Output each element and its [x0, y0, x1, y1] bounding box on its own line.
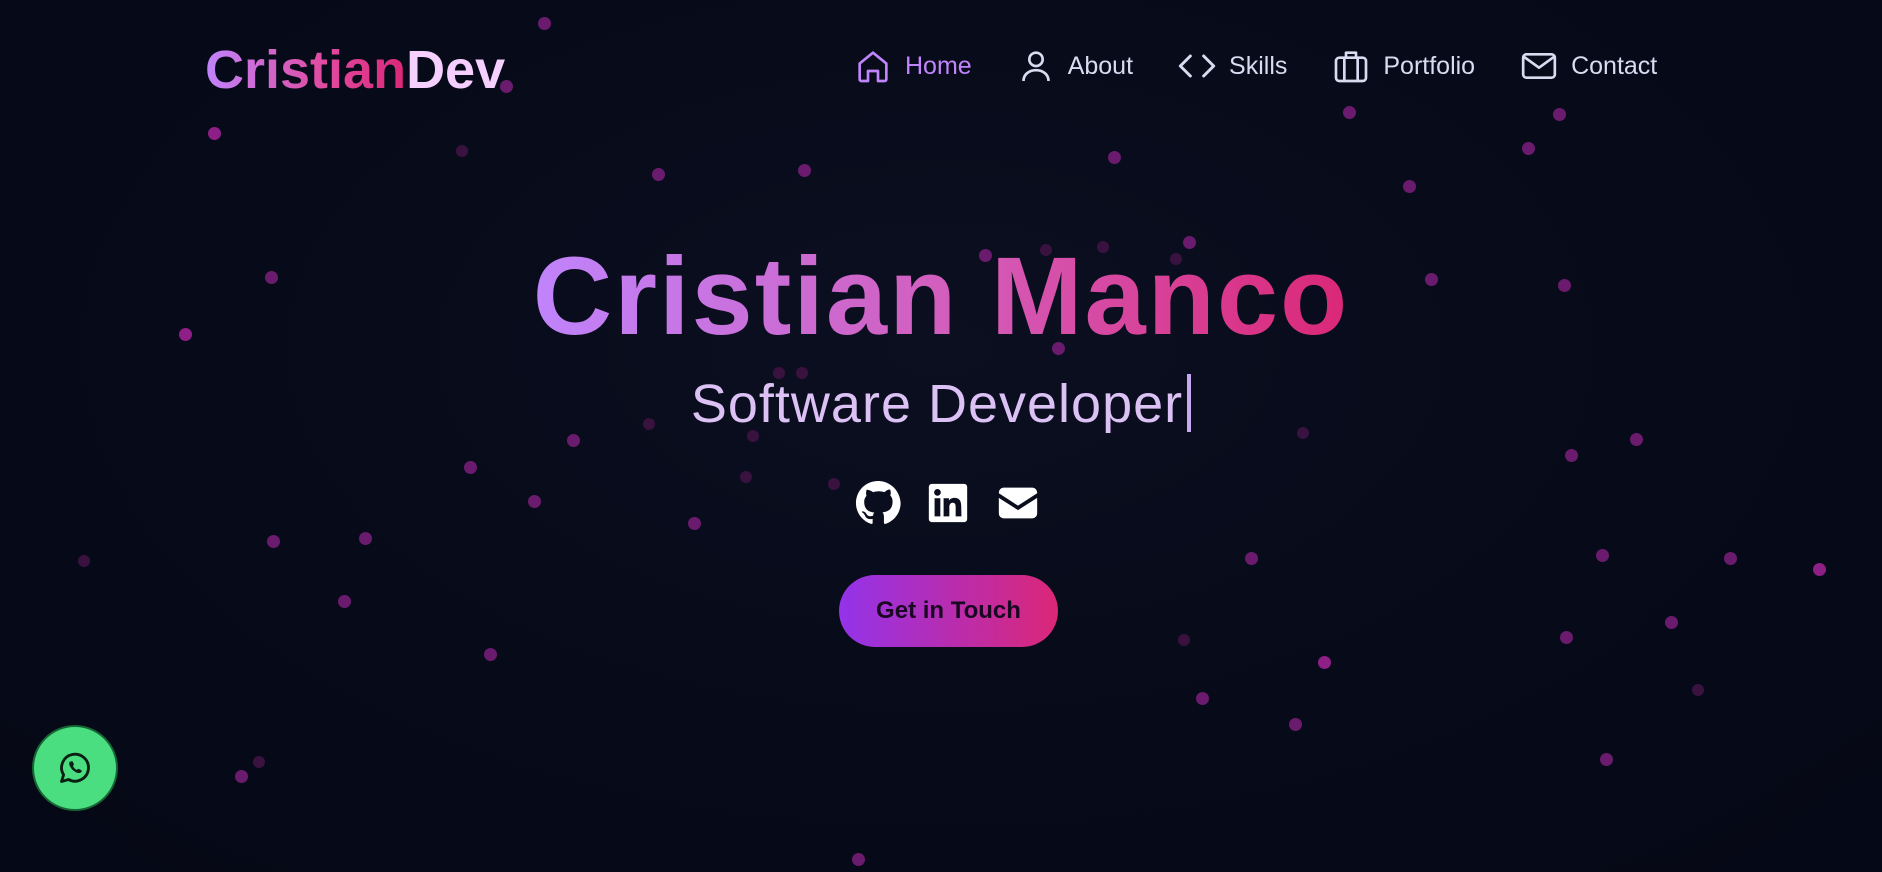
- whatsapp-icon: [60, 752, 90, 783]
- envelope-icon[interactable]: [995, 480, 1041, 526]
- user-icon: [1021, 51, 1050, 82]
- get-in-touch-button[interactable]: Get in Touch: [839, 575, 1058, 647]
- nav-item-portfolio[interactable]: Portfolio: [1331, 46, 1475, 86]
- hero-subtitle-text: Software Developer: [690, 374, 1184, 434]
- hero-subtitle: Software Developer: [0, 370, 1882, 438]
- nav-item-about[interactable]: About: [1016, 46, 1133, 86]
- site-logo[interactable]: CristianDev: [205, 38, 505, 102]
- hero-name-text: Cristian Manco: [532, 235, 1350, 358]
- home-icon: [858, 51, 888, 83]
- site-header: CristianDev Home About Skills Portfolio …: [0, 0, 1882, 140]
- nav-item-skills[interactable]: Skills: [1177, 46, 1287, 86]
- nav-label-home: Home: [905, 51, 972, 80]
- linkedin-icon[interactable]: [925, 480, 971, 526]
- social-links: [855, 480, 1065, 526]
- logo-part-2: Dev: [406, 40, 506, 100]
- nav-label-about: About: [1067, 51, 1134, 80]
- nav-item-home[interactable]: Home: [853, 46, 972, 86]
- briefcase-icon: [1335, 51, 1368, 83]
- mail-icon: [1521, 53, 1557, 79]
- nav-item-contact[interactable]: Contact: [1519, 46, 1657, 86]
- logo-part-1: Cristian: [205, 40, 407, 100]
- whatsapp-button[interactable]: [32, 725, 118, 811]
- typing-cursor: [1187, 374, 1192, 432]
- nav-label-skills: Skills: [1229, 51, 1288, 80]
- main-nav: Home About Skills Portfolio Contact: [853, 46, 1657, 86]
- nav-label-contact: Contact: [1571, 51, 1658, 80]
- hero-title: Cristian Manco: [0, 232, 1882, 362]
- code-icon: [1178, 54, 1216, 78]
- github-icon[interactable]: [855, 480, 901, 526]
- nav-label-portfolio: Portfolio: [1383, 51, 1476, 80]
